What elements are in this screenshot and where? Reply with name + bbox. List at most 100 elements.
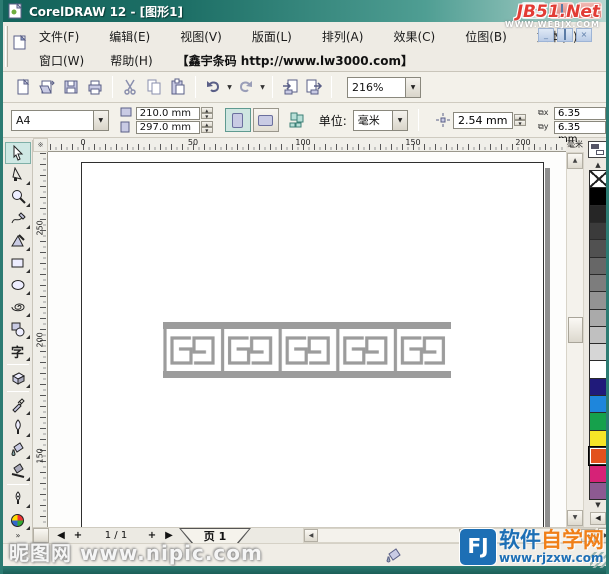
color-swatch[interactable]	[589, 239, 609, 257]
meander-pattern[interactable]	[163, 322, 451, 378]
paper-height-spinner[interactable]: ▲▼	[201, 121, 213, 133]
cut-button[interactable]	[118, 75, 142, 99]
menu-tools[interactable]: 工具(O)	[606, 26, 609, 47]
zoom-level-combo[interactable]: 216% ▼	[347, 77, 421, 98]
close-button[interactable]: ×	[577, 2, 602, 19]
scrollbar-corner-button[interactable]: ▶	[598, 528, 609, 543]
drawing-canvas[interactable]	[48, 152, 566, 527]
maximize-button[interactable]	[549, 2, 574, 19]
vertical-scroll-thumb[interactable]	[568, 317, 583, 343]
paper-height-field[interactable]: 297.0 mm	[136, 121, 200, 134]
basic-shapes-tool[interactable]	[5, 318, 31, 340]
color-swatch[interactable]	[589, 309, 609, 327]
color-swatch-selected[interactable]	[589, 447, 609, 465]
mdi-minimize-button[interactable]: _	[538, 28, 554, 42]
menu-effects[interactable]: 效果(C)	[391, 26, 437, 47]
pick-tool[interactable]	[5, 142, 31, 164]
shape-tool[interactable]	[5, 164, 31, 186]
scroll-up-button[interactable]: ▲	[567, 153, 583, 169]
nudge-offset-field[interactable]: 2.54 mm	[453, 112, 513, 129]
menu-help[interactable]: 帮助(H)	[108, 50, 154, 71]
nudge-spinner[interactable]: ▲▼	[514, 114, 526, 126]
menu-grip[interactable]	[5, 26, 8, 67]
palette-expand-button[interactable]: ◀	[590, 512, 606, 525]
open-button[interactable]	[35, 75, 59, 99]
copy-button[interactable]	[142, 75, 166, 99]
rectangle-tool[interactable]	[5, 252, 31, 274]
menu-layout[interactable]: 版面(L)	[250, 26, 294, 47]
interactive-fill-tool[interactable]	[5, 460, 31, 482]
color-swatch[interactable]	[589, 430, 609, 448]
scroll-right-button[interactable]: ▶	[581, 529, 595, 542]
mdi-close-button[interactable]: ×	[576, 28, 592, 42]
interactive-effects-tool[interactable]	[5, 367, 31, 389]
toolbox-overflow-chevron[interactable]: »	[16, 531, 20, 540]
menu-file[interactable]: 文件(F)	[37, 26, 81, 47]
palette-scroll-up[interactable]: ▲	[590, 161, 606, 169]
menu-bitmaps[interactable]: 位图(B)	[463, 26, 509, 47]
color-swatch[interactable]	[589, 291, 609, 309]
color-swatch[interactable]	[589, 274, 609, 292]
smart-drawing-tool[interactable]	[5, 230, 31, 252]
ruler-origin-corner[interactable]: ※	[33, 138, 48, 152]
add-page-after-button[interactable]: +	[145, 528, 159, 543]
color-swatch[interactable]	[589, 257, 609, 275]
paper-preset-dropdown-arrow[interactable]: ▼	[93, 111, 108, 130]
color-swatch[interactable]	[589, 482, 609, 500]
undo-button[interactable]	[201, 75, 225, 99]
last-page-button[interactable]: ▶	[161, 528, 177, 543]
units-dropdown-arrow[interactable]: ▼	[392, 111, 407, 130]
text-tool[interactable]: 字	[5, 340, 31, 362]
portrait-button[interactable]	[225, 108, 251, 132]
export-button[interactable]	[302, 75, 326, 99]
zoom-dropdown-arrow[interactable]: ▼	[405, 78, 420, 97]
zoom-tool[interactable]	[5, 186, 31, 208]
vertical-ruler[interactable]: 250 200 150	[33, 152, 48, 527]
menu-window[interactable]: 窗口(W)	[37, 50, 86, 71]
all-pages-button[interactable]	[287, 108, 307, 132]
color-swatch-none[interactable]	[589, 170, 609, 188]
print-button[interactable]	[83, 75, 107, 99]
page-tab[interactable]: 页 1	[179, 528, 251, 544]
resize-grip[interactable]	[590, 552, 606, 568]
color-swatch[interactable]	[589, 412, 609, 430]
ellipse-tool[interactable]	[5, 274, 31, 296]
color-swatch[interactable]	[589, 187, 609, 205]
menu-arrange[interactable]: 排列(A)	[320, 26, 366, 47]
scroll-left-button[interactable]: ◀	[304, 529, 318, 542]
paper-width-field[interactable]: 210.0 mm	[136, 107, 200, 120]
palette-options-button[interactable]	[588, 141, 607, 158]
outline-flyout[interactable]	[5, 487, 31, 509]
fill-tool[interactable]	[5, 438, 31, 460]
save-button[interactable]	[59, 75, 83, 99]
duplicate-y-field[interactable]: 6.35 mm	[554, 121, 606, 134]
color-swatch[interactable]	[589, 222, 609, 240]
nav-corner-button[interactable]	[33, 528, 49, 543]
mdi-restore-button[interactable]	[557, 28, 573, 42]
landscape-button[interactable]	[253, 108, 279, 132]
redo-dropdown-arrow[interactable]: ▼	[258, 84, 267, 91]
new-button[interactable]	[11, 75, 35, 99]
spiral-tool[interactable]	[5, 296, 31, 318]
menu-view[interactable]: 视图(V)	[178, 26, 224, 47]
eyedropper-tool[interactable]	[5, 394, 31, 416]
palette-scroll-down[interactable]: ▼	[590, 501, 606, 509]
paper-preset-combo[interactable]: A4 ▼	[11, 110, 109, 131]
color-swatch[interactable]	[589, 343, 609, 361]
units-combo[interactable]: 毫米 ▼	[353, 110, 408, 131]
horizontal-ruler[interactable]: 0 50 100 150 200	[48, 138, 566, 152]
title-bar[interactable]: CorelDRAW 12 - [图形1] — ×	[3, 0, 606, 22]
horizontal-scroll-thumb[interactable]	[459, 529, 487, 542]
minimize-button[interactable]: —	[521, 2, 546, 19]
color-swatch[interactable]	[589, 464, 609, 482]
freehand-tool[interactable]	[5, 208, 31, 230]
first-page-button[interactable]: ◀	[53, 528, 69, 543]
add-page-before-button[interactable]: +	[71, 528, 85, 543]
import-button[interactable]	[278, 75, 302, 99]
color-swatch[interactable]	[589, 395, 609, 413]
paper-width-spinner[interactable]: ▲▼	[201, 107, 213, 119]
vertical-scrollbar[interactable]: ▲ ▼	[566, 152, 584, 527]
horizontal-scrollbar[interactable]: ◀ ▶	[303, 528, 596, 543]
paste-button[interactable]	[166, 75, 190, 99]
duplicate-x-field[interactable]: 6.35 mm	[554, 107, 606, 120]
